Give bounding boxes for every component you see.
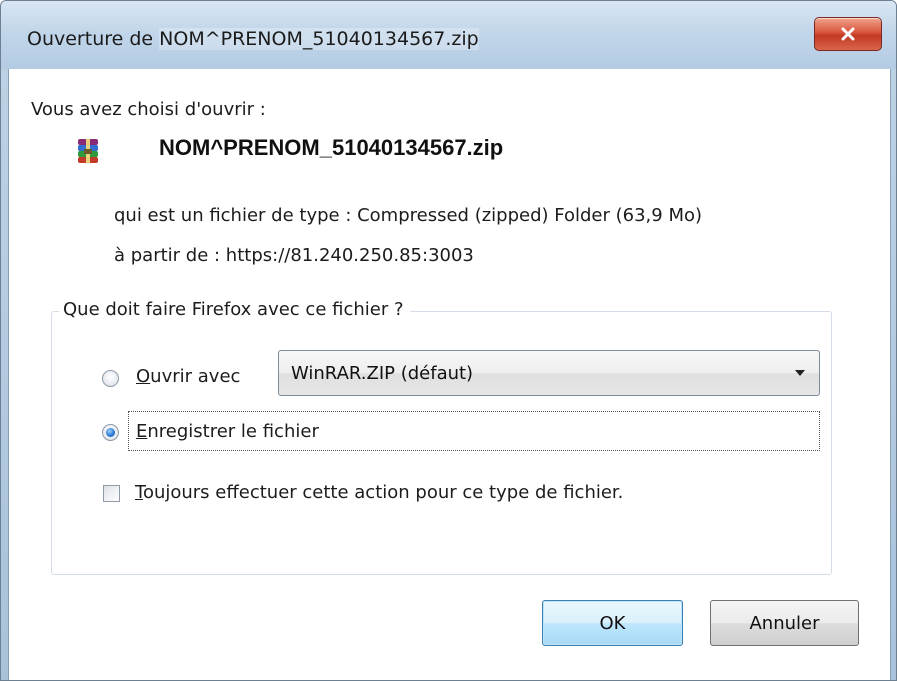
file-type-line: qui est un fichier de type : Compressed …: [114, 205, 703, 226]
file-source-line: à partir de : https://81.240.250.85:3003: [114, 245, 474, 266]
open-with-select[interactable]: WinRAR.ZIP (défaut): [278, 350, 820, 396]
close-icon: [841, 27, 855, 41]
open-with-label[interactable]: Ouvrir avec: [136, 366, 240, 387]
open-with-accesskey: O: [136, 366, 151, 387]
ok-button[interactable]: OK: [542, 600, 683, 646]
open-with-radio[interactable]: [102, 370, 119, 387]
save-file-label-text: nregistrer le fichier: [147, 421, 319, 442]
window-title-prefix: Ouverture de: [27, 28, 154, 50]
always-do-label-text: oujours effectuer cette action pour ce t…: [142, 482, 624, 503]
cancel-button[interactable]: Annuler: [710, 600, 859, 646]
dialog-body: Vous avez choisi d'ouvrir : NOM^PRENOM_5…: [8, 69, 891, 680]
open-with-selected-app: WinRAR.ZIP (défaut): [291, 363, 474, 384]
winrar-archive-icon: [78, 139, 98, 163]
save-file-radio[interactable]: [102, 424, 119, 441]
dialog-window: Ouverture de NOM^PRENOM_51040134567.zip …: [0, 0, 897, 681]
open-with-label-text: uvrir avec: [150, 366, 241, 387]
chosen-label: Vous avez choisi d'ouvrir :: [31, 99, 266, 120]
title-bar[interactable]: Ouverture de NOM^PRENOM_51040134567.zip: [1, 1, 896, 69]
window-title: Ouverture de NOM^PRENOM_51040134567.zip: [27, 28, 479, 50]
action-question: Que doit faire Firefox avec ce fichier ?: [59, 299, 410, 320]
file-name: NOM^PRENOM_51040134567.zip: [159, 135, 504, 160]
close-button[interactable]: [814, 17, 882, 51]
window-title-filename: NOM^PRENOM_51040134567.zip: [159, 28, 479, 50]
always-do-checkbox[interactable]: [103, 485, 120, 502]
always-do-label[interactable]: Toujours effectuer cette action pour ce …: [135, 482, 623, 503]
save-file-accesskey: E: [136, 421, 148, 442]
always-do-accesskey: T: [135, 482, 143, 503]
save-file-label[interactable]: Enregistrer le fichier: [136, 421, 319, 442]
chevron-down-icon: [795, 370, 805, 376]
